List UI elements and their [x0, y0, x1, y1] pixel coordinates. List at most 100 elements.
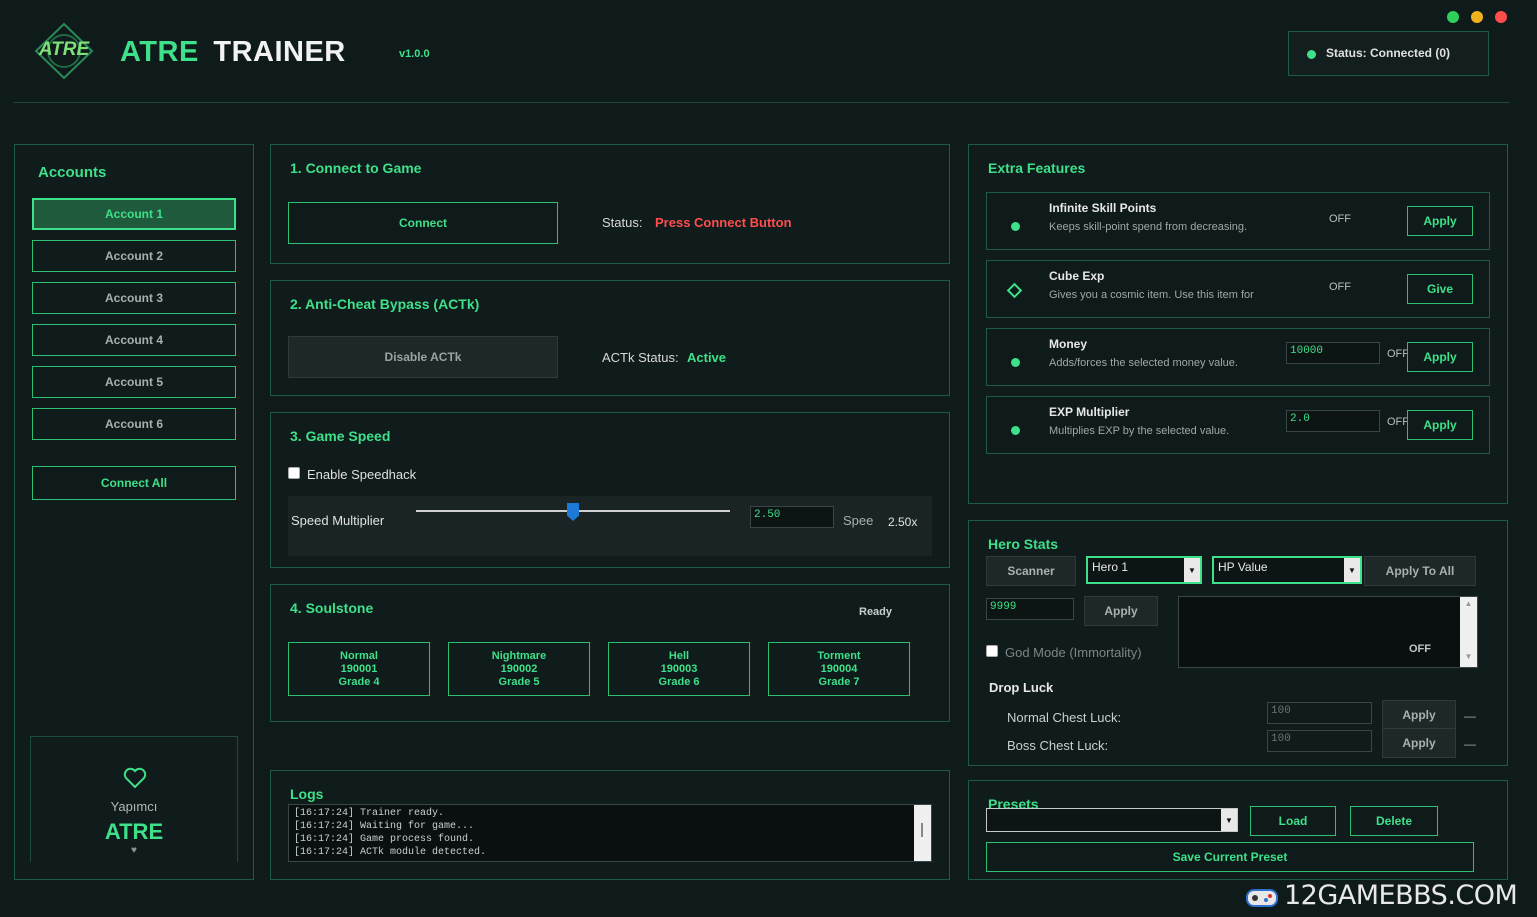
soulstone-id: 190002 — [500, 663, 538, 675]
speedhack-checkbox[interactable] — [288, 467, 300, 479]
app-title: ATRE TRAINER — [120, 36, 346, 69]
feature-dot-icon — [1011, 358, 1020, 367]
feature-title: Cube Exp — [1049, 269, 1105, 283]
header-divider — [14, 102, 1510, 103]
log-line: [16:17:24] Game process found. — [294, 834, 475, 845]
app-logo: ATRE — [32, 22, 96, 80]
soulstone-torment-button[interactable]: Torment 190004 Grade 7 — [768, 642, 910, 696]
hero-box-scrollbar[interactable]: ▲ ▼ — [1460, 597, 1477, 667]
scanner-button[interactable]: Scanner — [986, 556, 1076, 586]
feature-title: EXP Multiplier — [1049, 405, 1130, 419]
preset-select[interactable]: ▼ — [986, 808, 1238, 832]
cube-give-button[interactable]: Give — [1407, 274, 1473, 304]
soulstone-grade: Grade 4 — [338, 676, 380, 688]
soulstone-title: 4. Soulstone — [290, 600, 374, 616]
hero-title: Hero Stats — [988, 536, 1059, 552]
watermark-text: 12GAMEBBS.COM — [1284, 880, 1518, 911]
disable-actk-button[interactable]: Disable ACTk — [288, 336, 558, 378]
account-1-button[interactable]: Account 1 — [32, 198, 236, 230]
connect-title: 1. Connect to Game — [290, 160, 422, 176]
soulstone-name: Hell — [668, 650, 690, 662]
chevron-down-icon: ▼ — [1344, 558, 1360, 582]
apply-to-all-button[interactable]: Apply To All — [1364, 556, 1476, 586]
speed-input[interactable]: 2.50 — [750, 506, 834, 528]
hero-value-input[interactable]: 9999 — [986, 598, 1074, 620]
normal-chest-dash: — — [1464, 709, 1476, 723]
app-title-green: ATRE — [120, 36, 199, 68]
extra-title: Extra Features — [988, 160, 1086, 176]
chevron-down-icon: ▼ — [1221, 809, 1237, 831]
logo-text: ATRE — [38, 39, 90, 60]
boss-chest-apply-button[interactable]: Apply — [1382, 728, 1456, 758]
window-minimize-dot[interactable] — [1447, 11, 1459, 23]
scroll-down-icon[interactable]: ▼ — [1460, 652, 1477, 661]
hero-apply-button[interactable]: Apply — [1084, 596, 1158, 626]
diamond-icon — [1006, 282, 1023, 299]
soulstone-grade: Grade 5 — [498, 676, 540, 688]
skill-apply-button[interactable]: Apply — [1407, 206, 1473, 236]
speed-multiplier-box — [288, 496, 932, 556]
stat-select[interactable]: HP Value ▼ — [1212, 556, 1362, 584]
boss-chest-input[interactable]: 100 — [1267, 730, 1372, 752]
stat-select-value: HP Value — [1218, 560, 1268, 574]
logs-scrollbar[interactable] — [914, 805, 931, 861]
soulstone-grade: Grade 7 — [818, 676, 860, 688]
soulstone-hell-button[interactable]: Hell 190003 Grade 6 — [608, 642, 750, 696]
credit-box: Yapımcı ATRE ♥ — [30, 736, 238, 862]
feature-dot-icon — [1011, 426, 1020, 435]
soulstone-normal-button[interactable]: Normal 190001 Grade 4 — [288, 642, 430, 696]
feature-cube-exp: Cube Exp Gives you a cosmic item. Use th… — [986, 260, 1490, 318]
speed-cut-label: Spee — [843, 513, 874, 528]
feature-skill-points: Infinite Skill Points Keeps skill-point … — [986, 192, 1490, 250]
exp-apply-button[interactable]: Apply — [1407, 410, 1473, 440]
feature-desc: Adds/forces the selected money value. — [1049, 357, 1238, 369]
soulstone-name: Torment — [817, 650, 861, 662]
connection-status-box: Status: Connected (0) — [1288, 31, 1489, 76]
preset-delete-button[interactable]: Delete — [1350, 806, 1438, 836]
hero-select-value: Hero 1 — [1092, 560, 1129, 574]
account-2-button[interactable]: Account 2 — [32, 240, 236, 272]
anticheat-title: 2. Anti-Cheat Bypass (ACTk) — [290, 296, 480, 312]
feature-money: Money Adds/forces the selected money val… — [986, 328, 1490, 386]
logs-title: Logs — [290, 786, 324, 802]
feature-desc: Multiplies EXP by the selected value. — [1049, 425, 1230, 437]
soulstone-id: 190003 — [660, 663, 698, 675]
status-dot — [1307, 50, 1316, 59]
hero-select[interactable]: Hero 1 ▼ — [1086, 556, 1202, 584]
save-preset-button[interactable]: Save Current Preset — [986, 842, 1474, 872]
window-close-dot[interactable] — [1495, 11, 1507, 23]
normal-chest-apply-button[interactable]: Apply — [1382, 700, 1456, 730]
hero-output-box[interactable]: OFF ▲ ▼ — [1178, 596, 1478, 668]
connect-status-label: Status: — [602, 215, 643, 230]
status-text: Status: Connected (0) — [1326, 46, 1451, 60]
actk-status-value: Active — [687, 350, 727, 365]
soulstone-name: Normal — [340, 650, 378, 662]
money-input[interactable]: 10000 — [1286, 342, 1380, 364]
money-apply-button[interactable]: Apply — [1407, 342, 1473, 372]
drop-luck-title: Drop Luck — [989, 680, 1054, 695]
account-4-button[interactable]: Account 4 — [32, 324, 236, 356]
scroll-up-icon[interactable]: ▲ — [1460, 599, 1477, 608]
logs-box[interactable]: [16:17:24] Trainer ready. [16:17:24] Wai… — [288, 804, 932, 862]
window-maximize-dot[interactable] — [1471, 11, 1483, 23]
normal-chest-input[interactable]: 100 — [1267, 702, 1372, 724]
soulstone-id: 190001 — [340, 663, 378, 675]
soulstone-id: 190004 — [820, 663, 858, 675]
preset-load-button[interactable]: Load — [1250, 806, 1336, 836]
account-3-button[interactable]: Account 3 — [32, 282, 236, 314]
exp-multiplier-input[interactable]: 2.0 — [1286, 410, 1380, 432]
connect-button[interactable]: Connect — [288, 202, 558, 244]
speed-multiplier-label: Speed Multiplier — [291, 513, 385, 528]
feature-dot-icon — [1011, 222, 1020, 231]
chevron-down-icon: ▼ — [1184, 558, 1200, 582]
log-line: [16:17:24] Waiting for game... — [294, 821, 475, 832]
godmode-checkbox[interactable] — [986, 645, 998, 657]
account-6-button[interactable]: Account 6 — [32, 408, 236, 440]
actk-status-label: ACTk Status: — [602, 350, 679, 365]
feature-state: OFF — [1329, 213, 1351, 225]
boss-chest-label: Boss Chest Luck: — [1007, 738, 1109, 753]
soulstone-nightmare-button[interactable]: Nightmare 190002 Grade 5 — [448, 642, 590, 696]
account-5-button[interactable]: Account 5 — [32, 366, 236, 398]
heart-small-icon: ♥ — [131, 845, 137, 856]
connect-all-button[interactable]: Connect All — [32, 466, 236, 500]
